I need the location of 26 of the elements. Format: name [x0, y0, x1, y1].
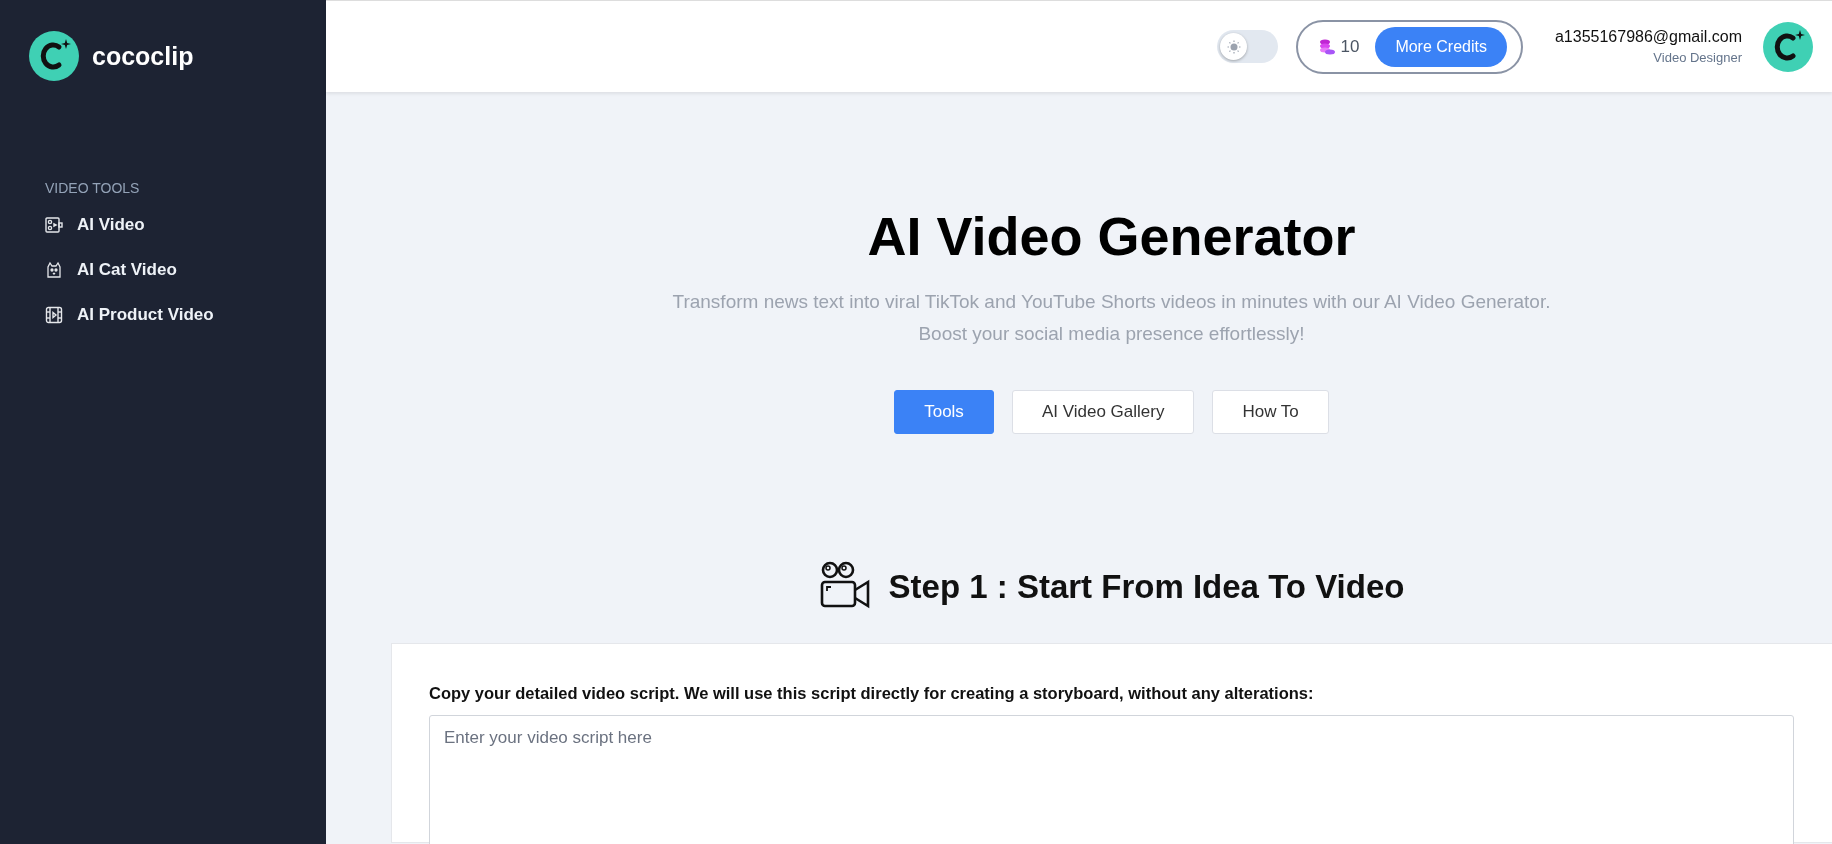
logo-icon — [28, 30, 80, 82]
section-title: VIDEO TOOLS — [45, 180, 141, 196]
film-icon — [45, 306, 63, 324]
sun-icon — [1226, 39, 1241, 54]
step-title: Step 1 : Start From Idea To Video — [888, 568, 1405, 606]
subtitle-text: Transform news text into viral TikTok and YouTube Shorts videos in minutes with our AI Video Generator. — [672, 290, 1551, 314]
coins-icon — [1318, 37, 1337, 56]
logo-text: cococlip — [92, 41, 194, 71]
sidebar-item[interactable]: AI Video — [45, 209, 145, 241]
page-title: AI Video Generator — [866, 205, 1357, 268]
subtitle-text: Boost your social media presence effortlessly! — [918, 322, 1305, 346]
script-input-field[interactable]: Enter your video script here — [429, 715, 1794, 844]
user-email: a1355167986@gmail.com — [1554, 28, 1742, 46]
user-avatar[interactable] — [1762, 20, 1814, 73]
theme-toggle[interactable] — [1217, 30, 1279, 63]
sidebar-item[interactable]: AI Cat Video — [45, 254, 177, 286]
video-icon — [45, 216, 63, 234]
user-role: Video Designer — [1653, 50, 1742, 65]
sidebar-item[interactable]: AI Product Video — [45, 299, 214, 331]
credit-count: 10 — [1340, 36, 1360, 57]
script-label: Copy your detailed video script. We will use this script directly for creating a storyboard, without any alterations: — [429, 684, 1315, 703]
tab[interactable]: Tools — [894, 390, 994, 434]
tab[interactable]: How To — [1212, 390, 1329, 434]
cat-icon — [45, 261, 63, 279]
more-credits-button[interactable]: More Credits — [1375, 26, 1507, 67]
tab[interactable]: AI Video Gallery — [1011, 390, 1195, 434]
